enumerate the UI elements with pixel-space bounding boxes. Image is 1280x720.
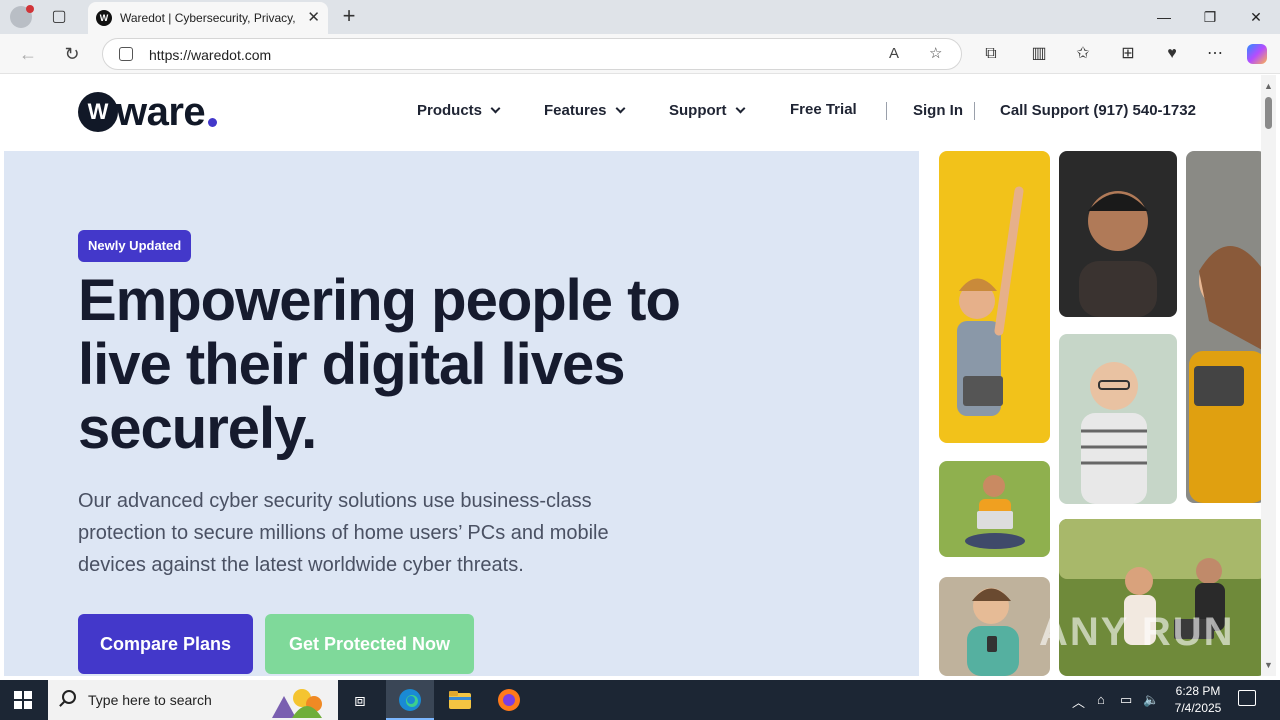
nav-call-support[interactable]: Call Support (917) 540-1732: [1000, 102, 1196, 119]
scrollbar-thumb[interactable]: [1265, 97, 1272, 129]
taskbar-clock[interactable]: 6:28 PM 7/4/2025: [1168, 683, 1228, 717]
file-explorer-icon[interactable]: [436, 680, 484, 720]
collections-icon[interactable]: ⊞: [1117, 44, 1139, 66]
meet-now-icon[interactable]: ⌂: [1097, 692, 1105, 707]
read-aloud-icon[interactable]: A: [889, 45, 899, 63]
edge-taskbar-icon[interactable]: [386, 680, 434, 720]
tab-actions-icon[interactable]: ▢: [50, 8, 68, 26]
site-info-icon[interactable]: [119, 47, 133, 61]
scroll-up-icon[interactable]: ▲: [1264, 81, 1273, 91]
volume-icon[interactable]: 🔈: [1143, 692, 1159, 708]
logo-text: ware: [116, 90, 206, 134]
browser-tab-active[interactable]: W Waredot | Cybersecurity, Privacy, I ✕: [88, 2, 328, 34]
favorites-icon[interactable]: ✩: [1072, 44, 1094, 66]
chevron-down-icon: [490, 103, 501, 114]
nav-divider: [886, 102, 887, 120]
url-text[interactable]: https://waredot.com: [149, 47, 271, 63]
task-view-icon[interactable]: ⧈: [336, 680, 384, 720]
scroll-down-icon[interactable]: ▼: [1264, 660, 1273, 670]
clock-date: 7/4/2025: [1174, 701, 1222, 715]
hero-photo-collage: [919, 151, 1261, 676]
nav-divider: [974, 102, 975, 120]
close-tab-icon[interactable]: ✕: [307, 9, 320, 27]
logo-mark-icon: W: [78, 92, 118, 132]
hero-headline: Empowering people to live their digital …: [78, 268, 681, 461]
waredot-favicon-icon: W: [96, 10, 112, 26]
search-placeholder: Type here to search: [88, 692, 212, 708]
hero-section: Newly Updated Empowering people to live …: [4, 151, 919, 676]
show-hidden-icons-icon[interactable]: ︿: [1072, 692, 1085, 711]
address-bar[interactable]: https://waredot.com A ☆: [102, 38, 962, 70]
new-tab-button[interactable]: +: [338, 5, 360, 27]
browser-toolbar: ← ↻ https://waredot.com A ☆ ⧉ ▥ ✩ ⊞ ♥ ⋯: [0, 34, 1280, 74]
photo-collage-image: [939, 151, 1261, 676]
get-protected-button[interactable]: Get Protected Now: [265, 614, 474, 674]
logo-dot: [208, 118, 217, 127]
nav-products-label: Products: [417, 102, 483, 119]
close-window-icon[interactable]: ✕: [1244, 6, 1268, 28]
refresh-icon[interactable]: ↻: [61, 43, 83, 65]
favorite-icon[interactable]: ☆: [929, 45, 942, 63]
edge-icon: [399, 689, 421, 711]
nav-products[interactable]: Products: [417, 102, 501, 119]
compare-plans-button[interactable]: Compare Plans: [78, 614, 253, 674]
nav-support[interactable]: Support: [669, 102, 745, 119]
site-header: W ware Products Features Support Free Tr…: [4, 75, 1261, 151]
page-scrollbar[interactable]: ▲ ▼: [1261, 75, 1276, 676]
web-page: W ware Products Features Support Free Tr…: [4, 75, 1261, 676]
network-icon[interactable]: ▭: [1120, 692, 1132, 708]
profile-icon[interactable]: [10, 5, 34, 28]
clock-time: 6:28 PM: [1175, 684, 1221, 698]
taskbar-search[interactable]: Type here to search: [48, 680, 338, 720]
firefox-icon[interactable]: [485, 680, 533, 720]
nav-support-label: Support: [669, 102, 727, 119]
anyrun-watermark: ANY RUN: [1039, 610, 1235, 654]
firefox-logo-icon: [498, 689, 520, 711]
nav-features[interactable]: Features: [544, 102, 625, 119]
nav-features-label: Features: [544, 102, 607, 119]
chevron-down-icon: [735, 103, 745, 114]
hero-subtext: Our advanced cyber security solutions us…: [78, 490, 609, 576]
more-icon[interactable]: ⋯: [1204, 44, 1226, 66]
browser-essentials-icon[interactable]: ♥: [1161, 44, 1183, 66]
minimize-icon[interactable]: —: [1152, 6, 1176, 28]
nav-sign-in[interactable]: Sign In: [913, 102, 963, 119]
notifications-icon[interactable]: [1238, 690, 1256, 706]
restore-icon[interactable]: ❐: [1198, 6, 1222, 28]
tab-title: Waredot | Cybersecurity, Privacy, I: [120, 11, 300, 25]
split-screen-icon[interactable]: ▥: [1028, 44, 1050, 66]
nav-free-trial[interactable]: Free Trial: [790, 101, 857, 118]
folder-icon: [449, 691, 471, 709]
search-highlight-icon: [272, 689, 322, 718]
newly-updated-badge: Newly Updated: [78, 230, 192, 262]
chevron-down-icon: [615, 103, 625, 114]
back-icon[interactable]: ←: [17, 43, 39, 65]
windows-start-icon[interactable]: [14, 691, 32, 709]
windows-taskbar: Type here to search ⧈ ︿ ⌂ ▭ 🔈 6:28 PM 7/…: [0, 680, 1280, 720]
browser-tab-bar: ▢ W Waredot | Cybersecurity, Privacy, I …: [0, 0, 1280, 34]
copilot-icon[interactable]: [1247, 44, 1267, 64]
extensions-icon[interactable]: ⧉: [980, 44, 1002, 66]
search-icon: [62, 690, 76, 704]
